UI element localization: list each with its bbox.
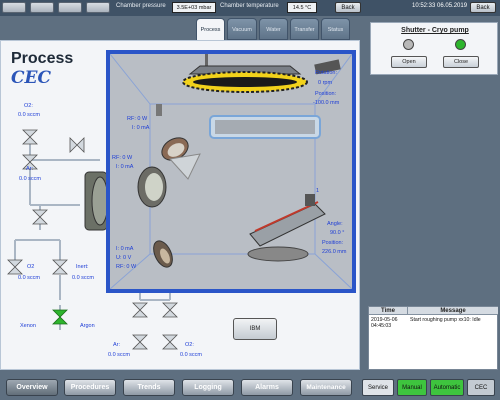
shutter-title: Shutter - Cryo pump (401, 27, 469, 34)
valve-icon-green (52, 309, 68, 325)
ibs-voltage: U: 0 V (116, 255, 132, 261)
close-status-lamp (455, 39, 466, 50)
nav-maintenance[interactable]: Maintenance (300, 379, 352, 396)
substrate-carrier (249, 203, 326, 247)
pressure-value: 3.5E+03 mbar (172, 2, 216, 13)
o2-top-value: 0.0 sccm (18, 112, 41, 118)
ar-bottom-value: 0.0 sccm (108, 352, 131, 358)
valve-icon (69, 137, 85, 153)
rf-source-2 (137, 166, 167, 208)
mode-manual[interactable]: Manual (397, 379, 427, 396)
o2-top-label: O2: (24, 103, 33, 109)
tab-transfer[interactable]: Transfer (290, 18, 319, 40)
ibm-button[interactable]: IBM (233, 318, 277, 340)
pos2-value: 226.0 mm (322, 249, 347, 255)
inert-label: Inert: (76, 264, 89, 270)
nav-logging[interactable]: Logging (182, 379, 234, 396)
valve-icon (132, 334, 148, 350)
angle-value: 90.0 ° (330, 230, 345, 236)
log-col-time: Time (369, 307, 407, 315)
pressure-label: Chamber pressure (116, 3, 166, 9)
xenon-label: Xenon (20, 323, 36, 329)
nav-alarms[interactable]: Alarms (241, 379, 293, 396)
tab-vacuum[interactable]: Vacuum (227, 18, 257, 40)
open-button[interactable]: Open (391, 56, 427, 68)
argon-label: Argon (80, 323, 95, 329)
top-status-bar: Chamber pressure 3.5E+03 mbar Chamber te… (0, 0, 500, 16)
ar-left-label: Ar: (26, 166, 34, 172)
top-nav-button-4[interactable] (86, 2, 110, 13)
o2-mid-label: O2 (27, 264, 35, 270)
valve-icon (52, 259, 68, 275)
valve-icon (32, 209, 48, 225)
mode-automatic[interactable]: Automatic (430, 379, 464, 396)
back-button-right[interactable]: Back (470, 2, 496, 13)
message-log: Time Message 2019-05-06 04:45:03 Start r… (368, 306, 498, 370)
temperature-value: 14.5 °C (287, 2, 317, 13)
nav-overview[interactable]: Overview (6, 379, 58, 396)
cec-logo: CEC (11, 68, 52, 88)
top-nav-button-2[interactable] (30, 2, 54, 13)
angle-label: Angle: (327, 221, 343, 227)
tab-status[interactable]: Status (321, 18, 350, 40)
close-button[interactable]: Close (443, 56, 479, 68)
log-row-message: Start roughing pump xx10: Idle (410, 317, 481, 323)
valve-icon (7, 259, 23, 275)
datetime: 10:52:33 06.05.2019 (412, 3, 468, 9)
ibs-rf: RF: 0 W (116, 264, 137, 270)
valve-icon (162, 334, 178, 350)
nav-trends[interactable]: Trends (123, 379, 175, 396)
page-title: Process (11, 50, 74, 67)
rf1-power: RF: 0 W (127, 116, 148, 122)
nav-procedures[interactable]: Procedures (64, 379, 116, 396)
rf1-current: I: 0 mA (132, 125, 150, 131)
top-nav-button-1[interactable] (2, 2, 26, 13)
process-chamber: Rotation: 0 rpm Position: -100.0 mm RF: … (106, 50, 356, 293)
shutter-cryo-pump-panel: Shutter - Cryo pump Open Close (370, 22, 498, 75)
ar-bottom-label: Ar: (113, 342, 121, 348)
rf2-power: RF: 0 W (112, 155, 133, 161)
back-button[interactable]: Back (335, 2, 361, 13)
valve-icon (162, 302, 178, 318)
o2-bottom-value: 0.0 sccm (180, 352, 203, 358)
temperature-label: Chamber temperature (220, 3, 279, 9)
log-col-message: Message (407, 307, 498, 315)
top-nav-button-3[interactable] (58, 2, 82, 13)
log-row-time: 2019-05-06 04:45:03 (371, 317, 398, 329)
valve-icon (22, 129, 38, 145)
marker-1: 1 (316, 188, 320, 194)
rotation-label: Rotation: (315, 70, 338, 76)
rf2-current: I: 0 mA (116, 164, 134, 170)
mode-service[interactable]: Service (362, 379, 394, 396)
valve-icon (132, 302, 148, 318)
mode-cec[interactable]: CEC (467, 379, 495, 396)
ar-left-value: 0.0 sccm (19, 176, 42, 182)
pos2-label: Position: (322, 240, 344, 246)
position-value: -100.0 mm (313, 100, 340, 106)
open-status-lamp (403, 39, 414, 50)
position-label: Position: (315, 91, 337, 97)
rotation-value: 0 rpm (318, 80, 333, 86)
o2-mid-value: 0.0 sccm (18, 275, 41, 281)
inert-value: 0.0 sccm (72, 275, 95, 281)
o2-bottom-label: O2: (185, 342, 194, 348)
tab-process[interactable]: Process (196, 18, 225, 40)
ibs-current: I: 0 mA (116, 246, 134, 252)
tab-water[interactable]: Water (259, 18, 288, 40)
